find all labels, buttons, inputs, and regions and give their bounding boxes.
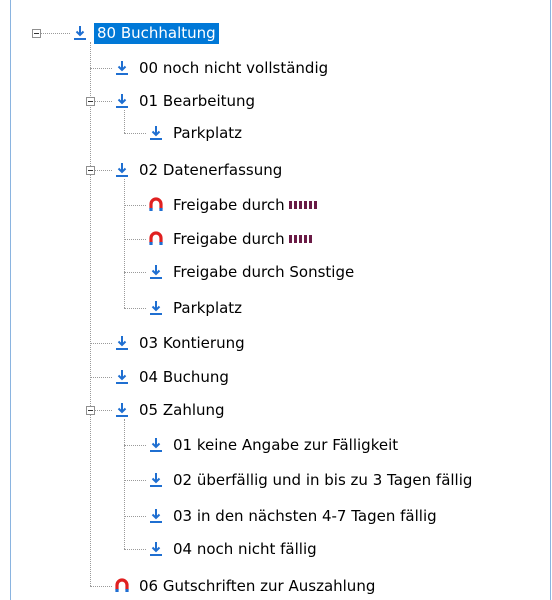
tree-node-label: 01 Bearbeitung (139, 91, 256, 110)
tree-node-item[interactable]: Parkplatz (148, 121, 245, 145)
tree-connector (90, 377, 112, 378)
tree-node-item[interactable]: Freigabe durch (148, 193, 322, 217)
tree-node-label: 04 Buchung (139, 367, 229, 386)
tree-connector (124, 445, 146, 446)
tree-connector (90, 586, 112, 587)
tree-node-label: 03 in den nächsten 4-7 Tagen fällig (173, 506, 437, 525)
download-icon (72, 25, 88, 41)
tree-connector (124, 516, 146, 517)
tree-connector (124, 239, 146, 240)
tree-connector (90, 42, 91, 586)
tree-node-item[interactable]: Freigabe durch (148, 227, 316, 251)
tree-node-item[interactable]: Parkplatz (148, 296, 245, 320)
tree-node-label: 02 Datenerfassung (139, 160, 283, 179)
download-icon (114, 402, 130, 418)
tree-node-label: Parkplatz (173, 123, 243, 142)
tree-node-item[interactable]: 03 Kontierung (114, 331, 248, 355)
tree-node-label: 03 Kontierung (139, 333, 245, 352)
tree-connector (124, 133, 146, 134)
download-icon (148, 541, 164, 557)
tree-node-label: 04 noch nicht fällig (173, 539, 317, 558)
tree-connector (124, 419, 125, 549)
tree-connector (124, 272, 146, 273)
tree-connector (124, 110, 125, 133)
tree-node-item[interactable]: 05 Zahlung (114, 398, 228, 422)
tree-node-item[interactable]: 03 in den nächsten 4-7 Tagen fällig (148, 504, 440, 528)
collapse-toggle-datenerfassung[interactable] (86, 166, 95, 175)
redacted-name (288, 235, 313, 243)
tree-node-item[interactable]: 04 Buchung (114, 365, 232, 389)
tree-connector (124, 549, 146, 550)
tree-connector (124, 205, 146, 206)
download-icon (148, 472, 164, 488)
tree-node-item[interactable]: 01 Bearbeitung (114, 89, 258, 113)
tree-node-item[interactable]: 04 noch nicht fällig (148, 537, 320, 561)
tree-node-item[interactable]: 01 keine Angabe zur Fälligkeit (148, 433, 401, 457)
tree-connector (90, 343, 112, 344)
tree-node-label: 05 Zahlung (139, 400, 225, 419)
tree-node-item[interactable]: 00 noch nicht vollständig (114, 56, 331, 80)
tree-connector (124, 179, 125, 308)
tree-node-label: 00 noch nicht vollständig (139, 58, 329, 77)
tree-node-item[interactable]: 02 überfällig und in bis zu 3 Tagen fäll… (148, 468, 475, 492)
tree-connector (124, 308, 146, 309)
magnet-icon (148, 197, 164, 213)
tree-node-root[interactable]: 80 Buchhaltung (72, 21, 219, 45)
collapse-toggle-zahlung[interactable] (86, 406, 95, 415)
tree-connector (95, 410, 112, 411)
tree-node-label: 06 Gutschriften zur Auszahlung (139, 576, 376, 595)
download-icon (114, 60, 130, 76)
tree-node-item[interactable]: 06 Gutschriften zur Auszahlung (114, 574, 378, 598)
magnet-icon (114, 578, 130, 594)
download-icon (148, 125, 164, 141)
download-icon (114, 162, 130, 178)
tree-node-label: 01 keine Angabe zur Fälligkeit (173, 435, 399, 454)
tree-connector (95, 101, 112, 102)
download-icon (148, 264, 164, 280)
collapse-toggle-bearbeitung[interactable] (86, 97, 95, 106)
tree-node-label: 80 Buchhaltung (94, 22, 219, 44)
tree-connector (124, 480, 146, 481)
download-icon (148, 437, 164, 453)
tree-node-item[interactable]: 02 Datenerfassung (114, 158, 285, 182)
tree-node-item[interactable]: Freigabe durch Sonstige (148, 260, 357, 284)
tree-connector (95, 170, 112, 171)
tree-connector (90, 68, 112, 69)
download-icon (114, 93, 130, 109)
redacted-name (288, 201, 319, 209)
tree-node-label: Freigabe durch Sonstige (173, 262, 355, 281)
collapse-toggle-root[interactable] (32, 29, 41, 38)
download-icon (114, 369, 130, 385)
tree-node-label: Freigabe durch (170, 195, 322, 216)
tree-node-label: 02 überfällig und in bis zu 3 Tagen fäll… (173, 470, 473, 489)
download-icon (148, 300, 164, 316)
tree-node-label: Parkplatz (173, 298, 243, 317)
download-icon (148, 508, 164, 524)
download-icon (114, 335, 130, 351)
folder-tree: 80 Buchhaltung 00 noch nicht vollständig… (0, 0, 552, 600)
tree-connector (41, 33, 70, 34)
magnet-icon (148, 231, 164, 247)
tree-node-label: Freigabe durch (170, 229, 316, 250)
